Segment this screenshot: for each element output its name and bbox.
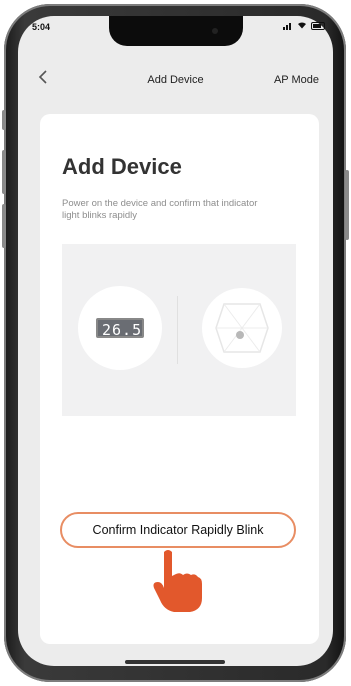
signal-icon — [283, 22, 293, 30]
hub-icon — [215, 303, 269, 353]
lcd-display: 26.5 — [96, 318, 144, 339]
home-indicator — [125, 660, 225, 664]
status-time: 5:04 — [32, 22, 51, 32]
pointing-hand-icon — [152, 548, 210, 619]
instruction-text: Power on the device and confirm that ind… — [62, 198, 258, 221]
confirm-indicator-button[interactable]: Confirm Indicator Rapidly Blink — [60, 512, 296, 548]
volume-down-button — [2, 204, 6, 248]
content-title: Add Device — [62, 154, 182, 179]
status-icons — [283, 21, 325, 31]
device-illustration: 26.5 — [62, 244, 296, 416]
notch — [109, 16, 243, 46]
front-camera — [212, 28, 218, 34]
hub-device-image — [202, 288, 282, 368]
power-button — [345, 170, 349, 240]
battery-icon — [311, 22, 325, 30]
mute-switch — [2, 110, 6, 130]
volume-up-button — [2, 150, 6, 194]
wifi-icon — [297, 21, 307, 31]
ap-mode-link[interactable]: AP Mode — [274, 74, 319, 86]
illustration-divider — [177, 296, 178, 364]
thermostat-device-image: 26.5 — [78, 286, 162, 370]
